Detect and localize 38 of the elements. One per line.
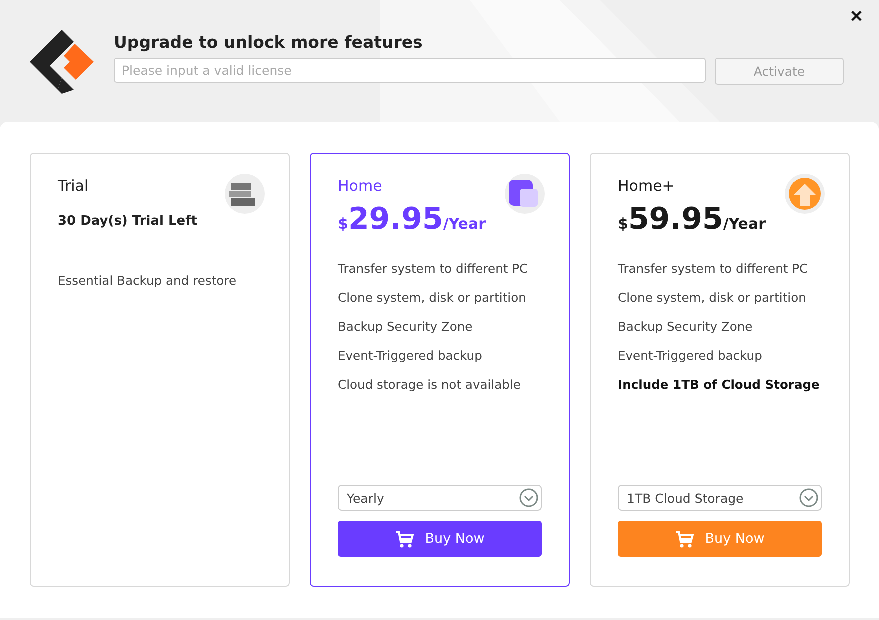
cloud-upload-icon	[785, 174, 825, 214]
price-period: /Year	[443, 215, 486, 233]
feature-text: Event-Triggered backup	[338, 348, 484, 365]
feature-text: Event-Triggered backup	[618, 348, 764, 365]
license-field[interactable]: Please input a valid license	[114, 58, 706, 83]
plan-dropdown[interactable]: 1TB Cloud Storage	[618, 485, 822, 511]
feature-text: Backup Security Zone	[338, 319, 474, 336]
feature-text: Transfer system to different PC	[338, 261, 530, 278]
feature-text: Essential Backup and restore	[58, 273, 238, 290]
logo-icon	[30, 30, 94, 94]
feature-text: Transfer system to different PC	[618, 261, 810, 278]
plan-card[interactable]: Home $29.95/Year Transfer system to different PC Clone system, disk or partition Backup Security Zone Event-Triggered backup Cloud storage is not available Yearly Buy Now	[310, 153, 570, 587]
feature-text: Clone system, disk or partition	[338, 290, 528, 307]
cart-icon	[395, 529, 416, 549]
trial-status: 30 Day(s) Trial Left	[58, 214, 198, 231]
feature-text: Clone system, disk or partition	[618, 290, 808, 307]
plan-card[interactable]: Home+ $59.95/Year Transfer system to different PC Clone system, disk or partition Backup Security Zone Event-Triggered backup Include 1TB of Cloud Storage 1TB Cloud Storage Buy Now	[590, 153, 850, 587]
server-icon	[225, 174, 265, 214]
plan-dropdown[interactable]: Yearly	[338, 485, 542, 511]
price-period: /Year	[723, 215, 766, 233]
plan-card[interactable]: Trial 30 Day(s) Trial Left Essential Backup and restore	[30, 153, 290, 587]
currency-sign: $	[618, 215, 628, 233]
feature-text: Cloud storage is not available	[338, 377, 522, 394]
chevron-down-icon	[799, 488, 819, 508]
feature-text: Include 1TB of Cloud Storage	[618, 377, 821, 394]
plan-name: Home+	[618, 177, 675, 195]
cart-icon	[675, 529, 696, 549]
feature-text: Backup Security Zone	[618, 319, 754, 336]
plan-name: Home	[338, 177, 382, 195]
currency-sign: $	[338, 215, 348, 233]
plan-name: Trial	[58, 177, 89, 195]
chevron-down-icon	[519, 488, 539, 508]
dialog-title: Upgrade to unlock more features	[114, 33, 424, 52]
price-amount: 29.95	[348, 202, 444, 237]
price-amount: 59.95	[628, 202, 724, 237]
close-button[interactable]: ✕	[846, 5, 867, 29]
squares-icon	[505, 174, 545, 214]
buy-now-button[interactable]: Buy Now	[338, 521, 542, 557]
